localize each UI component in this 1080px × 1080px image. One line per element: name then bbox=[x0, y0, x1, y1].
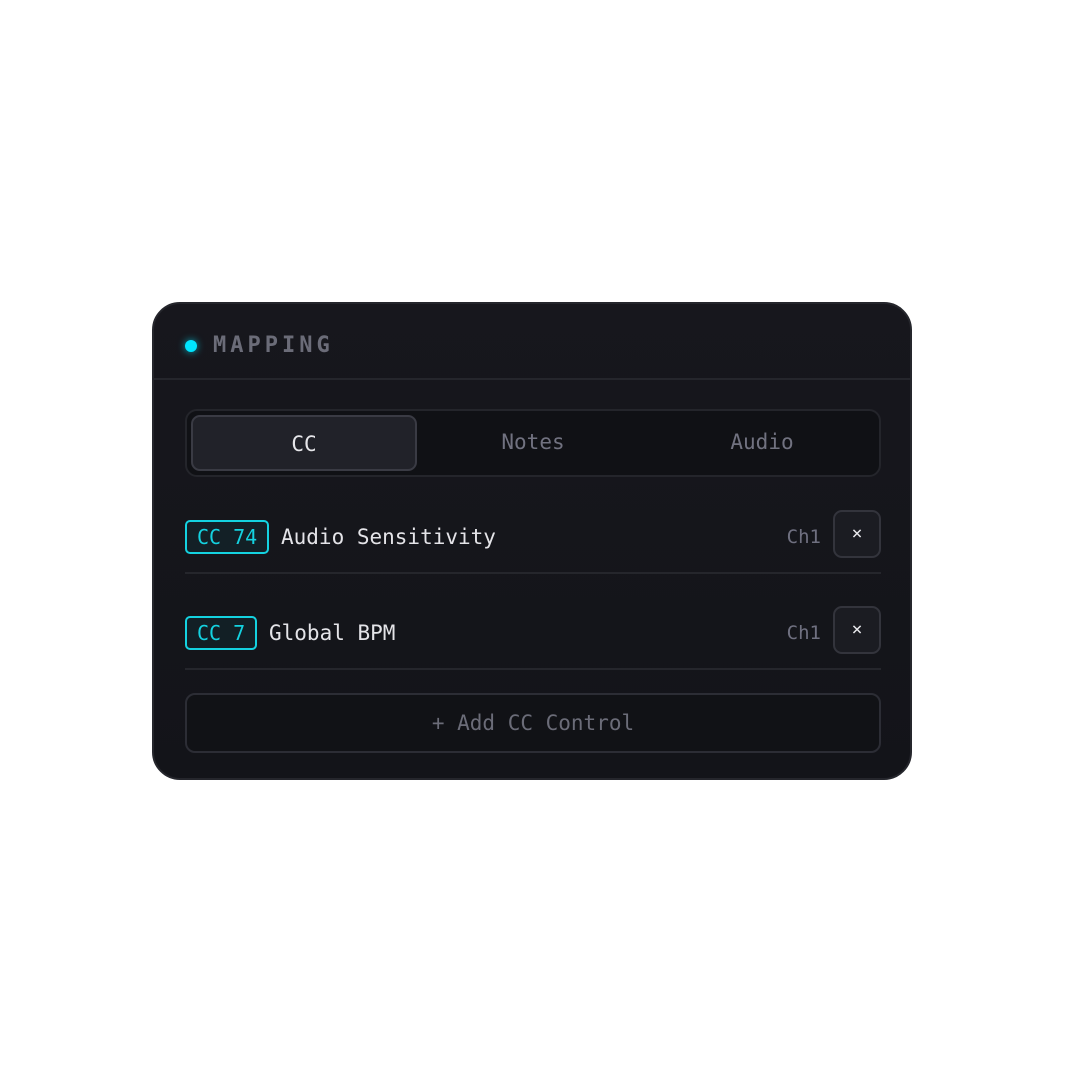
remove-mapping-button[interactable]: × bbox=[833, 510, 881, 558]
tab-notes[interactable]: Notes bbox=[420, 415, 646, 471]
mapping-target-name: Audio Sensitivity bbox=[281, 525, 496, 549]
mapping-panel: MAPPING CC Notes Audio CC 74 Audio Sensi… bbox=[152, 302, 912, 780]
mapping-tabs: CC Notes Audio bbox=[185, 409, 881, 477]
midi-channel-label: Ch1 bbox=[786, 622, 821, 644]
tab-audio[interactable]: Audio bbox=[649, 415, 875, 471]
panel-header: MAPPING bbox=[154, 304, 910, 380]
mapping-row: CC 7 Global BPM Ch1 × bbox=[185, 606, 881, 670]
tab-cc[interactable]: CC bbox=[191, 415, 417, 471]
mapping-target-name: Global BPM bbox=[269, 621, 396, 645]
cc-number-badge: CC 74 bbox=[185, 520, 270, 554]
midi-channel-label: Ch1 bbox=[786, 526, 821, 548]
panel-title: MAPPING bbox=[213, 333, 334, 358]
remove-mapping-button[interactable]: × bbox=[833, 606, 881, 654]
cc-number-badge: CC 7 bbox=[185, 616, 258, 650]
close-icon: × bbox=[851, 619, 863, 640]
add-cc-control-button[interactable]: + Add CC Control bbox=[185, 693, 881, 753]
close-icon: × bbox=[851, 523, 863, 544]
status-indicator-icon bbox=[185, 340, 197, 352]
mapping-row: CC 74 Audio Sensitivity Ch1 × bbox=[185, 510, 881, 574]
